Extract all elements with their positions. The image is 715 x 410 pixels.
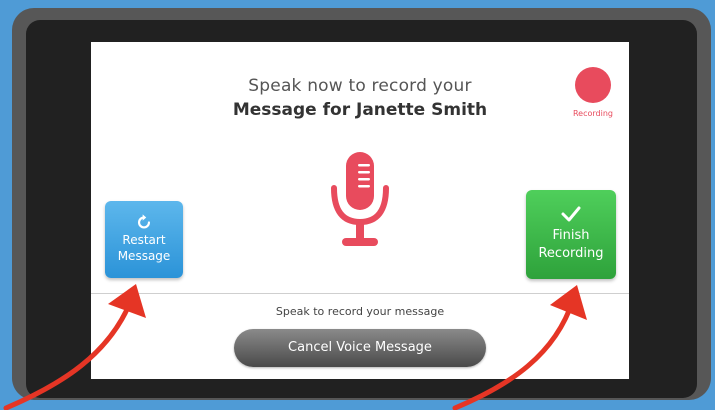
finish-label-line2: Recording — [538, 246, 604, 261]
recording-label: Recording — [572, 109, 613, 118]
cancel-voice-message-button[interactable]: Cancel Voice Message — [234, 329, 486, 367]
restart-message-button[interactable]: Restart Message — [105, 201, 183, 278]
microphone-icon — [331, 152, 389, 246]
instruction-text: Speak now to record your — [248, 76, 472, 96]
finish-label-line1: Finish — [552, 228, 590, 243]
finish-recording-button[interactable]: Finish Recording — [526, 190, 616, 279]
checkmark-icon — [561, 206, 581, 222]
record-hint: Speak to record your message — [275, 305, 445, 318]
recording-dot-icon — [575, 67, 611, 103]
footer-divider — [91, 293, 629, 294]
restart-label-line2: Message — [117, 249, 171, 263]
restart-label-line1: Restart — [122, 233, 166, 247]
restart-icon — [138, 214, 151, 229]
recipient-title: Message for Janette Smith — [232, 100, 488, 120]
recording-screen: Speak now to record your Message for Jan… — [91, 42, 629, 379]
